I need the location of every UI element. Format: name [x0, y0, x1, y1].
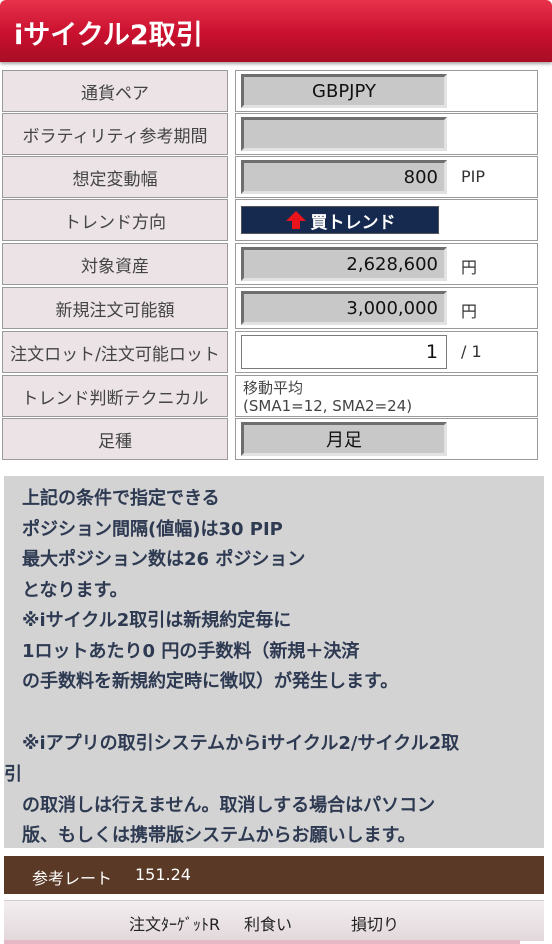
notice-line: となります。: [22, 580, 128, 601]
row-trend-direction: トレンド方向 買トレンド: [0, 199, 552, 241]
order-lot-label: 注文ロット/注文可能ロット: [2, 331, 228, 373]
order-lot-max: / 1: [461, 342, 482, 361]
row-trend-technical: トレンド判断テクニカル 移動平均 (SMA1=12, SMA2=24): [0, 375, 552, 417]
row-expected-range: 想定変動幅 800 PIP: [0, 156, 552, 198]
expected-range-unit: PIP: [461, 167, 486, 186]
trend-direction-label: トレンド方向: [2, 199, 228, 241]
buy-trend-button-label: 買トレンド: [310, 212, 396, 233]
currency-pair-select[interactable]: GBPJPY: [241, 74, 447, 108]
notice-line: ※iサイクル2取引は新規約定毎に: [22, 610, 292, 631]
tab-indicator: [4, 940, 520, 944]
notice-line: 引: [4, 764, 22, 785]
trend-technical-name: 移動平均: [243, 379, 304, 397]
notice-line: の取消しは行えません。取消しする場合はパソコン: [22, 795, 436, 816]
notice-line: 1ロットあたり0 円の手数料（新規＋決済: [22, 641, 360, 662]
available-amount-field[interactable]: 3,000,000: [241, 291, 447, 325]
page-title: iサイクル2取引: [14, 20, 203, 51]
volatility-period-label: ボラティリティ参考期間: [2, 113, 228, 155]
buy-trend-button[interactable]: 買トレンド: [241, 206, 439, 234]
app-header: iサイクル2取引: [0, 0, 552, 62]
trend-technical-params: (SMA1=12, SMA2=24): [243, 397, 413, 415]
available-amount-cell: 3,000,000 円: [235, 287, 538, 329]
notice-line: 上記の条件で指定できる: [22, 488, 220, 509]
row-target-asset: 対象資産 2,628,600 円: [0, 243, 552, 285]
expected-range-field[interactable]: 800: [241, 160, 447, 194]
timeframe-label: 足種: [2, 418, 228, 460]
trend-technical-cell: 移動平均 (SMA1=12, SMA2=24): [235, 375, 538, 417]
target-asset-cell: 2,628,600 円: [235, 243, 538, 285]
reference-rate-bar: 参考レート 151.24: [4, 856, 544, 894]
volatility-period-select[interactable]: [241, 117, 447, 151]
order-lot-input[interactable]: 1: [241, 335, 447, 369]
tab-take-profit[interactable]: 利食い: [244, 911, 292, 935]
row-order-lot: 注文ロット/注文可能ロット 1 / 1: [0, 331, 552, 373]
trend-direction-cell: 買トレンド: [235, 199, 538, 241]
tab-order-target[interactable]: 注文ﾀｰｹﾞｯﾄR: [129, 911, 220, 935]
currency-pair-cell: GBPJPY: [235, 70, 538, 112]
available-amount-unit: 円: [461, 302, 478, 321]
row-volatility-period: ボラティリティ参考期間: [0, 113, 552, 155]
target-asset-field[interactable]: 2,628,600: [241, 247, 447, 281]
order-lot-cell: 1 / 1: [235, 331, 538, 373]
expected-range-label: 想定変動幅: [2, 156, 228, 198]
notice-line: ポジション間隔(値幅)は30 PIP: [22, 519, 283, 540]
row-available-amount: 新規注文可能額 3,000,000 円: [0, 287, 552, 329]
expected-range-cell: 800 PIP: [235, 156, 538, 198]
row-currency-pair: 通貨ペア GBPJPY: [0, 70, 552, 112]
timeframe-select[interactable]: 月足: [241, 422, 447, 456]
tab-stop-loss[interactable]: 損切り: [351, 911, 399, 935]
currency-pair-label: 通貨ペア: [2, 70, 228, 112]
notice-line: の手数料を新規約定時に徴収）が発生します。: [22, 671, 399, 692]
target-asset-label: 対象資産: [2, 243, 228, 285]
notice-line: 版、もしくは携帯版システムからお願いします。: [22, 825, 416, 846]
notice-line: ※iアプリの取引システムからiサイクル2/サイクル2取: [22, 733, 460, 754]
reference-rate-label: 参考レート: [32, 869, 113, 888]
reference-rate-value: 151.24: [135, 865, 191, 884]
notice-line: 最大ポジション数は26 ポジション: [22, 549, 306, 570]
order-tab-bar: 注文ﾀｰｹﾞｯﾄR 利食い 損切り: [4, 900, 544, 941]
volatility-period-cell: [235, 113, 538, 155]
conditions-notice: 上記の条件で指定できる ポジション間隔(値幅)は30 PIP 最大ポジション数は…: [4, 476, 544, 848]
target-asset-unit: 円: [461, 258, 478, 277]
up-arrow-icon: [285, 211, 306, 229]
available-amount-label: 新規注文可能額: [2, 287, 228, 329]
trend-technical-value: 移動平均 (SMA1=12, SMA2=24): [243, 379, 412, 415]
timeframe-cell: 月足: [235, 418, 538, 460]
row-timeframe: 足種 月足: [0, 418, 552, 460]
trend-technical-label: トレンド判断テクニカル: [2, 375, 228, 417]
